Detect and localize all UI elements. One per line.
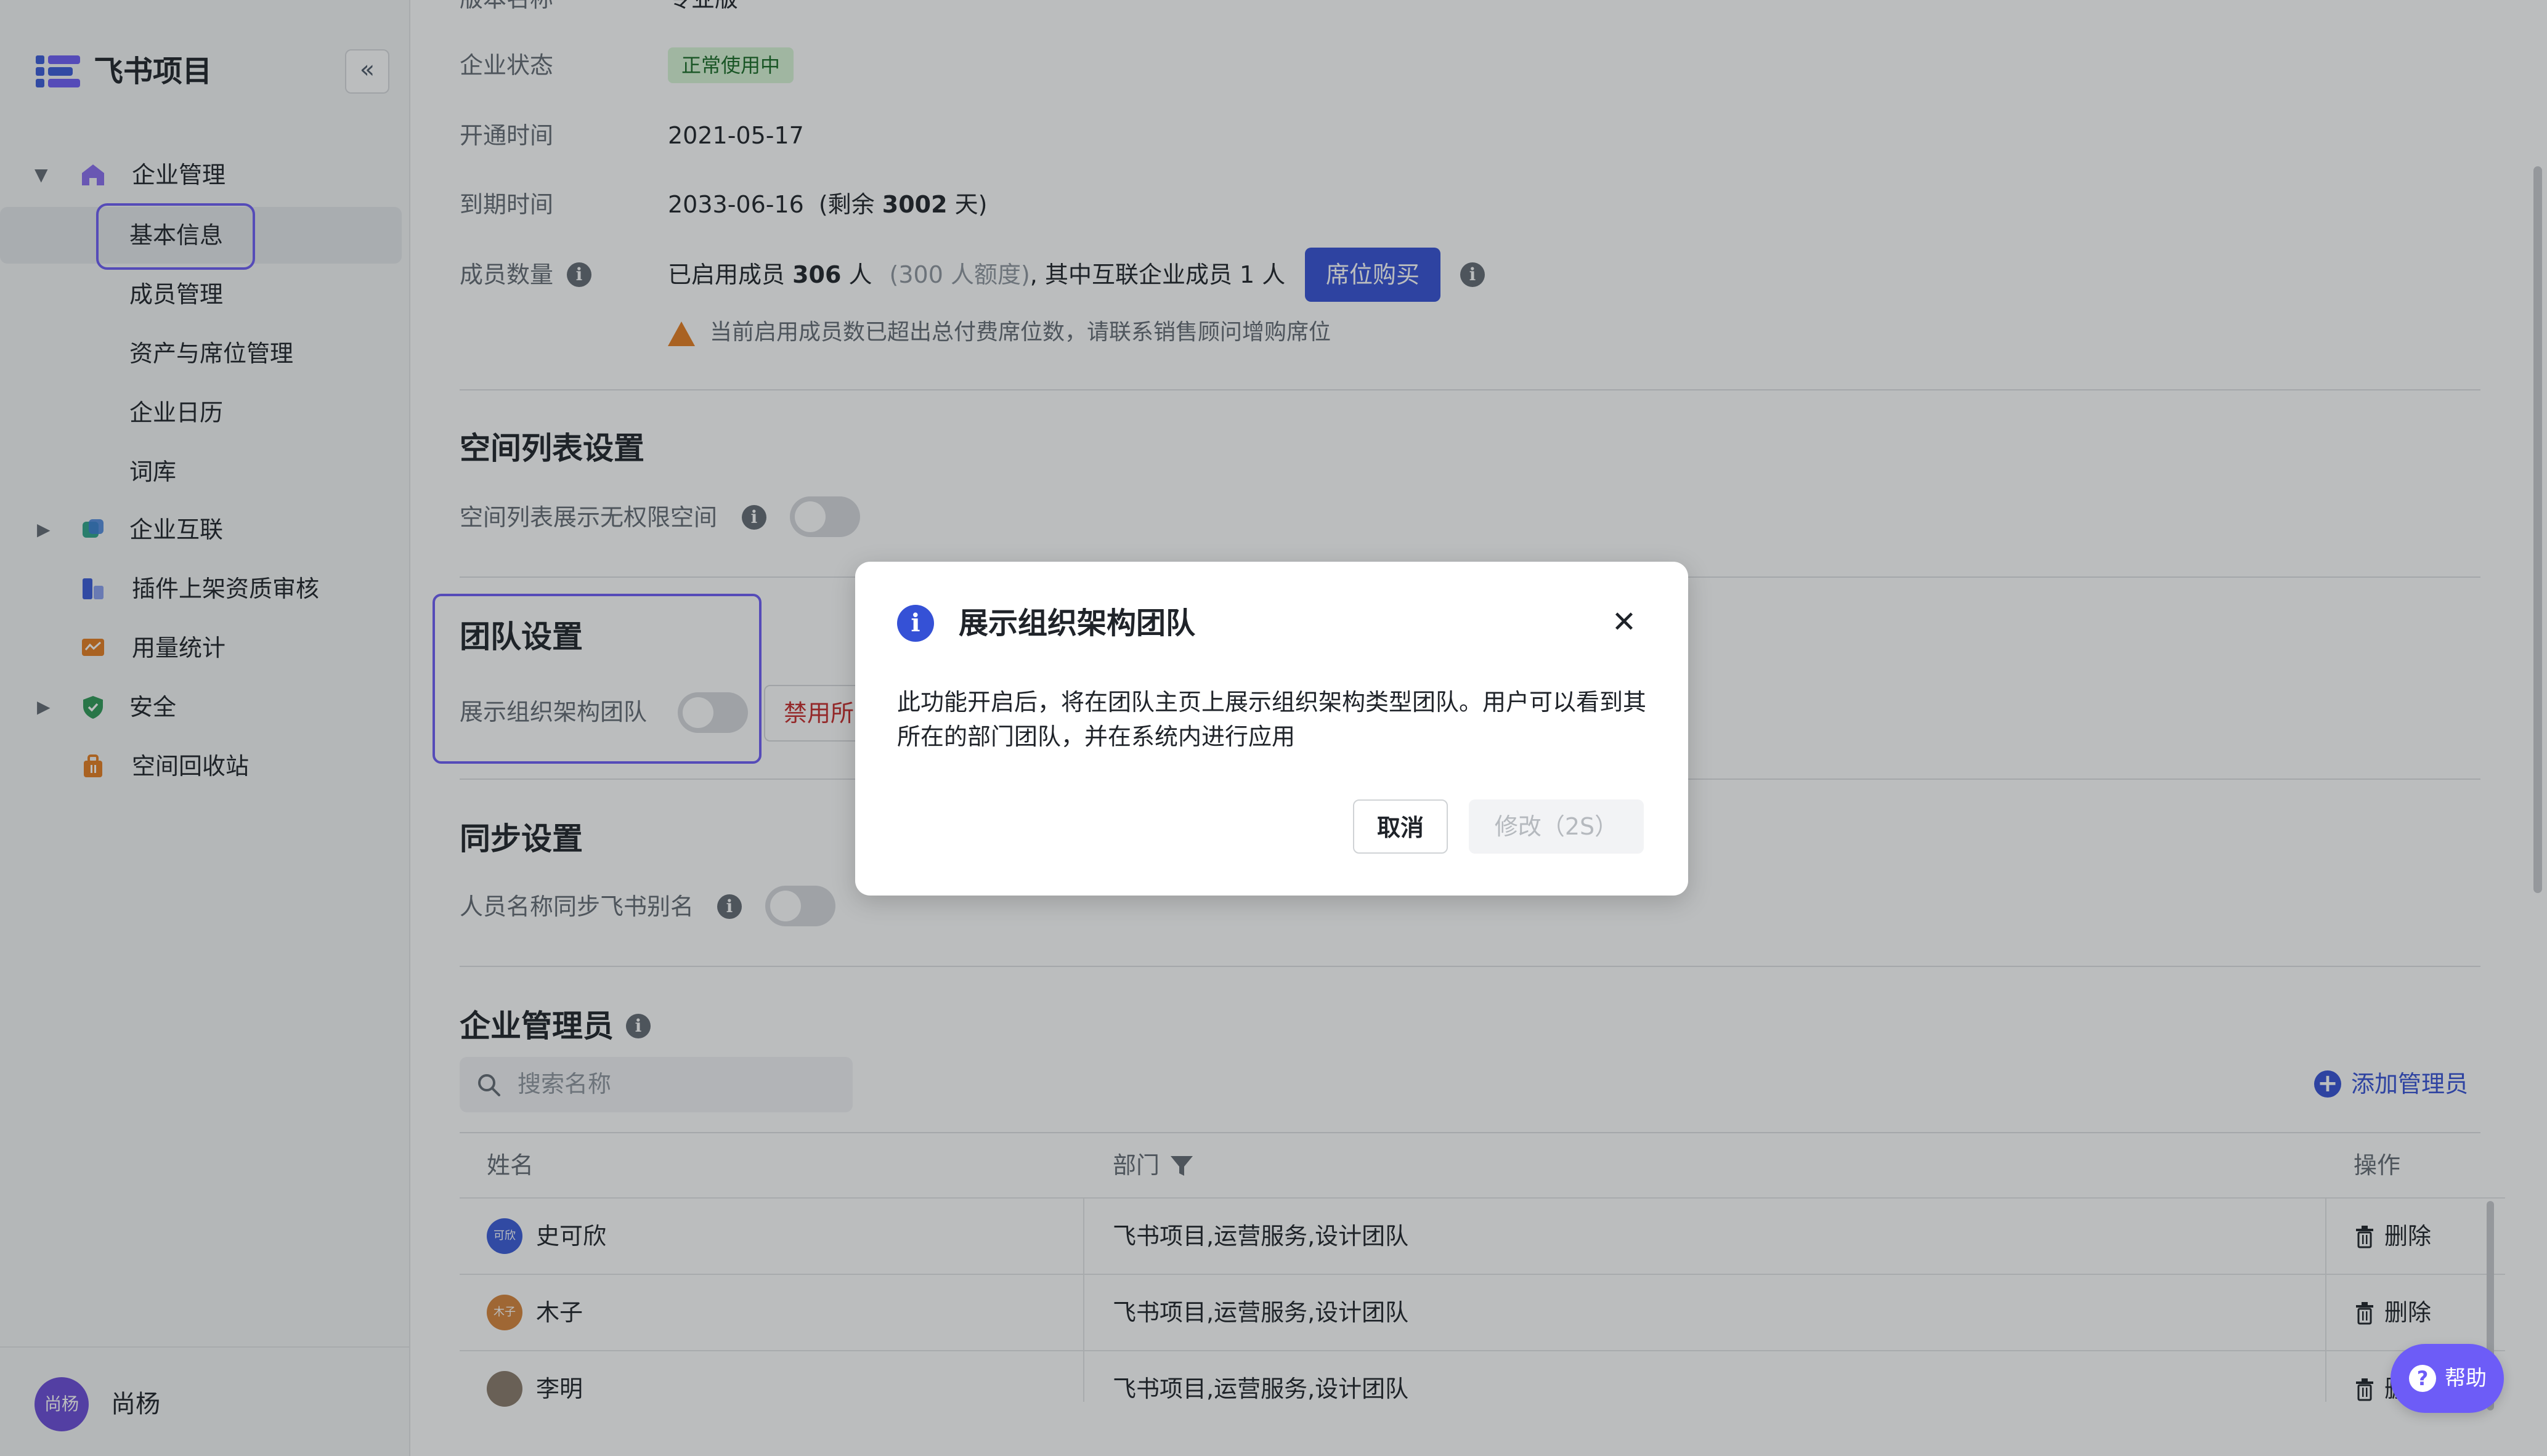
help-label: 帮助 xyxy=(2445,1366,2487,1391)
confirm-button[interactable]: 修改（2S） xyxy=(1469,799,1644,854)
dialog-title: 展示组织架构团队 xyxy=(959,606,1196,641)
info-icon: i xyxy=(897,605,934,642)
help-icon: ? xyxy=(2409,1365,2436,1392)
cancel-button[interactable]: 取消 xyxy=(1353,799,1448,854)
confirm-dialog: i 展示组织架构团队 ✕ 此功能开启后，将在团队主页上展示组织架构类型团队。用户… xyxy=(855,562,1688,896)
help-button[interactable]: ? 帮助 xyxy=(2391,1344,2504,1413)
dialog-body: 此功能开启后，将在团队主页上展示组织架构类型团队。用户可以看到其所在的部门团队，… xyxy=(897,689,1647,750)
close-icon[interactable]: ✕ xyxy=(1606,604,1643,641)
